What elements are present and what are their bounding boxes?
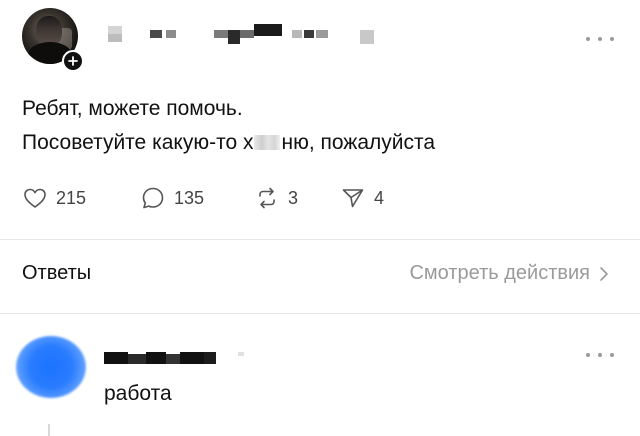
share-button[interactable]: 4 xyxy=(340,183,384,213)
post-text-line-1: Ребят, можете помочь. xyxy=(22,97,243,120)
send-icon xyxy=(342,189,364,208)
post-actions: 215 135 3 4 xyxy=(22,183,422,213)
reply-text: работа xyxy=(104,382,172,405)
comments-count: 135 xyxy=(174,187,205,208)
heart-icon xyxy=(24,188,46,208)
repost-icon xyxy=(259,187,275,209)
repost-button[interactable]: 3 xyxy=(254,183,298,213)
post-body: Ребят, можете помочь. Посоветуйте какую-… xyxy=(22,92,622,160)
author-username-censored[interactable] xyxy=(108,24,388,46)
post-text-line-2: Посоветуйте какую-то х ню, пожалуйста xyxy=(22,126,622,160)
reposts-count: 3 xyxy=(288,187,299,208)
likes-count: 215 xyxy=(56,187,87,208)
thread-page: Ребят, можете помочь. Посоветуйте какую-… xyxy=(0,0,640,436)
replies-title: Ответы xyxy=(22,262,92,284)
post-text-part: Посоветуйте какую-то х xyxy=(22,131,254,154)
reply-more-icon[interactable] xyxy=(586,350,614,360)
author-avatar[interactable] xyxy=(22,8,84,72)
post-more-icon[interactable] xyxy=(586,34,614,44)
censor-blur xyxy=(254,135,281,150)
comment-button[interactable]: 135 xyxy=(140,183,204,213)
view-activity-label: Смотреть действия xyxy=(409,262,590,284)
follow-plus-icon[interactable] xyxy=(62,50,84,72)
reply-username-censored[interactable] xyxy=(104,352,244,364)
reply-avatar[interactable] xyxy=(16,336,86,398)
divider xyxy=(0,239,640,240)
view-activity-link[interactable]: Смотреть действия xyxy=(409,262,610,285)
comment-bubble-icon xyxy=(142,187,164,209)
like-button[interactable]: 215 xyxy=(22,183,86,213)
shares-count: 4 xyxy=(374,187,385,208)
thread-line xyxy=(48,424,50,436)
post-text-part: ню, пожалуйста xyxy=(281,131,436,154)
divider xyxy=(0,313,640,314)
chevron-right-icon xyxy=(600,266,608,281)
